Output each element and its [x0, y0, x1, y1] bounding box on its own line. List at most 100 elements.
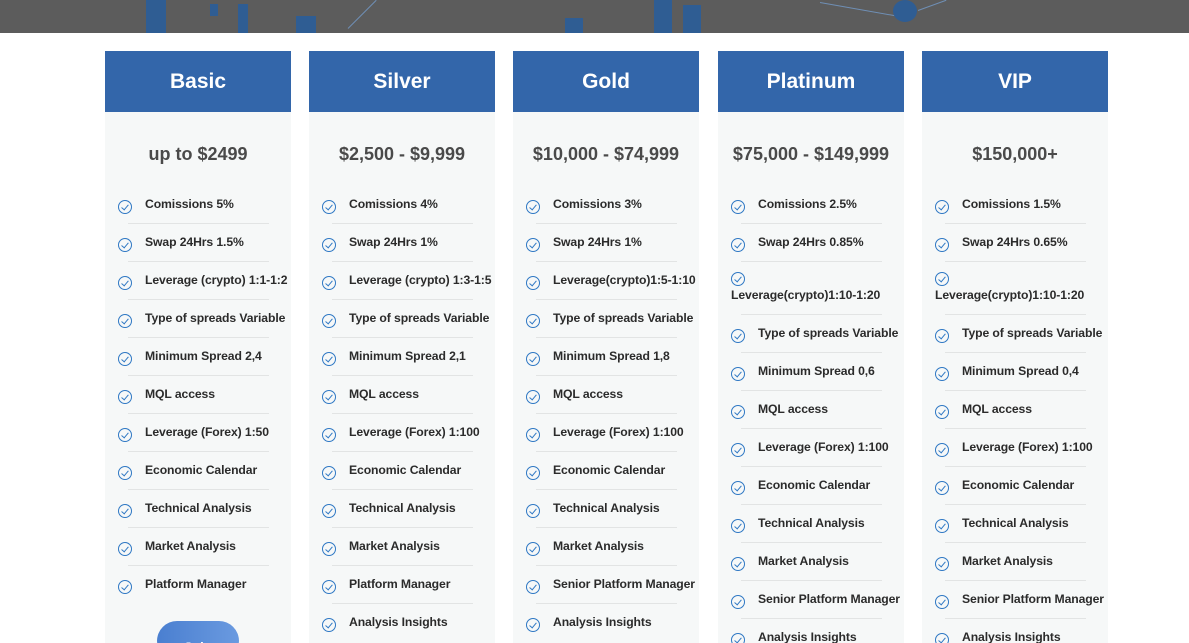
check-circle-icon [526, 352, 540, 366]
check-circle-icon [526, 542, 540, 556]
check-circle-icon [526, 390, 540, 404]
plan-card-platinum: Platinum $75,000 - $149,999 Comissions 2.5… [718, 51, 904, 643]
feature-label: Leverage (crypto) 1:3-1:5 [349, 273, 492, 287]
plan-card-vip: VIP $150,000+ Comissions 1.5% Swap 24Hrs 0.… [922, 51, 1108, 643]
feature-label: Leverage (Forex) 1:100 [553, 425, 684, 439]
feature-label: Leverage(crypto)1:5-1:10 [553, 273, 696, 287]
check-circle-icon [935, 595, 949, 609]
check-circle-icon [731, 200, 745, 214]
feature-item: Economic Calendar [731, 467, 904, 505]
check-circle-icon [731, 443, 745, 457]
plan-price: $75,000 - $149,999 [732, 144, 890, 164]
check-circle-icon [118, 542, 132, 556]
banner-graphic [654, 0, 672, 33]
feature-label: Market Analysis [962, 554, 1053, 568]
check-circle-icon [935, 200, 949, 214]
feature-label: Type of spreads Variable [349, 311, 490, 325]
check-circle-icon [731, 405, 745, 419]
feature-item: Market Analysis [731, 543, 904, 581]
check-circle-icon [526, 314, 540, 328]
check-circle-icon [118, 314, 132, 328]
feature-list: Comissions 2.5% Swap 24Hrs 0.85% Leverage(… [718, 186, 904, 643]
feature-label: Type of spreads Variable [553, 311, 694, 325]
feature-label: Swap 24Hrs 0.85% [758, 235, 864, 249]
check-circle-icon [118, 428, 132, 442]
check-circle-icon [731, 367, 745, 381]
feature-item: Analysis Insights [322, 604, 495, 642]
check-circle-icon [526, 504, 540, 518]
feature-item: Minimum Spread 1,8 [526, 338, 699, 376]
feature-label: Economic Calendar [145, 463, 258, 477]
feature-label: Leverage (crypto) 1:1-1:2 [145, 273, 288, 287]
check-circle-icon [118, 276, 132, 290]
plan-name: Silver [309, 51, 495, 112]
feature-label: Senior Platform Manager [962, 592, 1104, 606]
feature-item: Leverage(crypto)1:10-1:20 [935, 262, 1108, 315]
feature-label: Type of spreads Variable [758, 326, 899, 340]
feature-label: Technical Analysis [758, 516, 865, 530]
feature-label: MQL access [145, 387, 215, 401]
feature-item: Market Analysis [322, 528, 495, 566]
feature-item: Type of spreads Variable [118, 300, 291, 338]
feature-item: Type of spreads Variable [526, 300, 699, 338]
banner-graphic [146, 0, 166, 33]
feature-label: Economic Calendar [758, 478, 871, 492]
banner-graphic [917, 0, 947, 11]
check-circle-icon [322, 238, 336, 252]
feature-label: Type of spreads Variable [962, 326, 1103, 340]
feature-label: Senior Platform Manager [758, 592, 900, 606]
check-circle-icon [731, 272, 745, 286]
check-circle-icon [322, 504, 336, 518]
feature-label: Market Analysis [349, 539, 440, 553]
feature-label: Analysis Insights [758, 630, 857, 643]
feature-item: MQL access [731, 391, 904, 429]
check-circle-icon [118, 504, 132, 518]
feature-label: MQL access [349, 387, 419, 401]
feature-label: Leverage (Forex) 1:50 [145, 425, 269, 439]
feature-item: MQL access [118, 376, 291, 414]
feature-label: Type of spreads Variable [145, 311, 286, 325]
feature-item: Leverage (Forex) 1:100 [731, 429, 904, 467]
check-circle-icon [526, 466, 540, 480]
feature-item: Analysis Insights [526, 604, 699, 642]
join-button[interactable]: Join [157, 621, 239, 643]
feature-item: Type of spreads Variable [322, 300, 495, 338]
feature-item: Economic Calendar [935, 467, 1108, 505]
banner-graphic [347, 0, 377, 29]
check-circle-icon [731, 595, 745, 609]
feature-item: Comissions 2.5% [731, 186, 904, 224]
check-circle-icon [731, 633, 745, 643]
check-circle-icon [322, 542, 336, 556]
feature-list: Comissions 5% Swap 24Hrs 1.5% Leverage (cr… [105, 186, 291, 604]
plan-card-basic: Basic up to $2499 Comissions 5% Swap 24Hrs … [105, 51, 291, 643]
check-circle-icon [118, 466, 132, 480]
feature-label: Market Analysis [553, 539, 644, 553]
feature-item: MQL access [322, 376, 495, 414]
feature-item: Swap 24Hrs 0.85% [731, 224, 904, 262]
feature-item: Comissions 5% [118, 186, 291, 224]
plan-price: $10,000 - $74,999 [532, 144, 680, 164]
check-circle-icon [935, 405, 949, 419]
feature-label: MQL access [962, 402, 1032, 416]
check-circle-icon [322, 390, 336, 404]
feature-item: Analysis Insights [731, 619, 904, 643]
feature-label: Comissions 5% [145, 197, 234, 211]
feature-item: Minimum Spread 0,4 [935, 353, 1108, 391]
feature-item: Senior Platform Manager [731, 581, 904, 619]
feature-label: Swap 24Hrs 0.65% [962, 235, 1068, 249]
feature-item: Technical Analysis [322, 490, 495, 528]
feature-item: MQL access [526, 376, 699, 414]
check-circle-icon [118, 238, 132, 252]
plan-price: $2,500 - $9,999 [338, 144, 466, 164]
feature-label: Swap 24Hrs 1% [349, 235, 438, 249]
feature-item: Market Analysis [526, 528, 699, 566]
check-circle-icon [731, 519, 745, 533]
feature-label: Comissions 1.5% [962, 197, 1061, 211]
feature-label: MQL access [553, 387, 623, 401]
check-circle-icon [322, 428, 336, 442]
check-circle-icon [118, 580, 132, 594]
feature-item: Leverage (crypto) 1:1-1:2 [118, 262, 291, 300]
check-circle-icon [731, 329, 745, 343]
feature-item: Swap 24Hrs 1% [526, 224, 699, 262]
check-circle-icon [322, 276, 336, 290]
